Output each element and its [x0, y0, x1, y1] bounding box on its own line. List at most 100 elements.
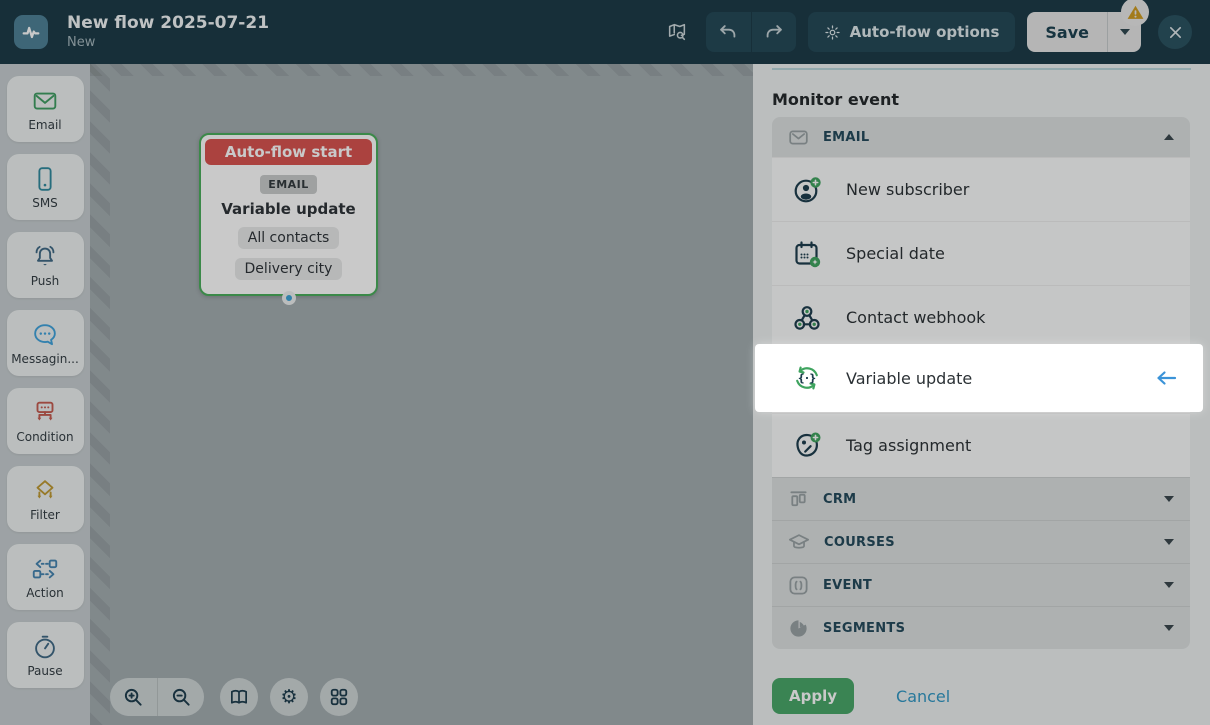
- event-item-label: Contact webhook: [846, 308, 985, 327]
- palette-label: Push: [31, 274, 60, 288]
- autoflow-options-button[interactable]: Auto-flow options: [808, 12, 1016, 52]
- graduation-cap-icon: [788, 531, 810, 553]
- settings-gear-icon: ⚙: [280, 688, 297, 707]
- event-item-contact-webhook[interactable]: Contact webhook: [772, 285, 1190, 349]
- palette-item-push[interactable]: Push: [7, 232, 84, 298]
- section-label: COURSES: [824, 535, 1150, 550]
- canvas-settings-button[interactable]: ⚙: [270, 678, 308, 716]
- palette-item-filter[interactable]: Filter: [7, 466, 84, 532]
- filter-icon: [30, 476, 60, 506]
- chevron-down-icon: [1164, 496, 1174, 502]
- zoom-in-button[interactable]: [110, 678, 157, 716]
- canvas-boundary-stripes-left: [90, 64, 110, 725]
- minimap-button[interactable]: [220, 678, 258, 716]
- palette-item-pause[interactable]: Pause: [7, 622, 84, 688]
- palette-item-email[interactable]: Email: [7, 76, 84, 142]
- warning-badge: [1121, 0, 1149, 26]
- chevron-down-icon: [1120, 29, 1130, 35]
- push-bell-icon: [30, 242, 60, 272]
- section-header-courses[interactable]: COURSES: [772, 520, 1190, 563]
- chevron-down-icon: [1164, 625, 1174, 631]
- minimap-icon: [229, 687, 249, 707]
- event-item-special-date[interactable]: Special date: [772, 221, 1190, 285]
- palette-label: Filter: [30, 508, 60, 522]
- redo-button[interactable]: [751, 12, 796, 52]
- undo-button[interactable]: [706, 12, 751, 52]
- email-icon: [30, 86, 60, 116]
- event-item-tag-assignment[interactable]: Tag assignment: [772, 413, 1190, 477]
- pulse-logo-icon: [20, 21, 42, 43]
- event-item-variable-update[interactable]: {·} Variable update: [791, 346, 1177, 410]
- history-group: [706, 12, 796, 52]
- section-header-segments[interactable]: SEGMENTS: [772, 606, 1190, 649]
- cancel-link[interactable]: Cancel: [896, 687, 950, 706]
- event-item-label: Tag assignment: [846, 436, 971, 455]
- canvas-toolbar: ⚙: [110, 678, 358, 716]
- node-title: Variable update: [205, 200, 372, 218]
- zoom-out-button[interactable]: [157, 678, 204, 716]
- section-header-crm[interactable]: CRM: [772, 477, 1190, 520]
- close-button[interactable]: [1158, 15, 1192, 49]
- canvas-boundary-stripes-top: [90, 64, 753, 76]
- event-item-label: New subscriber: [846, 180, 969, 199]
- palette-label: Messagin...: [11, 352, 79, 366]
- messaging-icon: [30, 320, 60, 350]
- gear-icon: [824, 24, 841, 41]
- undo-icon: [717, 21, 739, 43]
- flow-title: New flow 2025-07-21: [67, 14, 269, 34]
- section-label: CRM: [823, 492, 1150, 507]
- palette-item-sms[interactable]: SMS: [7, 154, 84, 220]
- spotlight-container: {·} Variable update: [755, 344, 1203, 412]
- zoom-out-icon: [171, 687, 192, 708]
- svg-text:{·}: {·}: [798, 373, 817, 385]
- save-split-button: Save: [1027, 12, 1141, 52]
- close-icon: [1168, 25, 1183, 40]
- action-icon: [30, 554, 60, 584]
- warning-triangle-icon: [1126, 3, 1145, 22]
- condition-icon: [30, 398, 60, 428]
- node-output-connector[interactable]: [282, 291, 296, 305]
- event-item-label: Variable update: [846, 369, 972, 388]
- chevron-down-icon: [1164, 539, 1174, 545]
- blocks-icon: [329, 687, 349, 707]
- map-preview-button[interactable]: [660, 15, 694, 49]
- monitor-event-panel: Monitor event EMAIL: [753, 64, 1210, 725]
- sms-icon: [30, 164, 60, 194]
- webhook-icon: [791, 302, 823, 334]
- tag-plus-icon: [791, 430, 823, 462]
- palette-item-messaging[interactable]: Messagin...: [7, 310, 84, 376]
- palette-label: Email: [28, 118, 61, 132]
- panel-divider: [772, 68, 1191, 70]
- event-item-label: Special date: [846, 244, 945, 263]
- topbar: New flow 2025-07-21 New: [0, 0, 1210, 64]
- kanban-icon: [788, 489, 809, 510]
- segments-pie-icon: [788, 618, 809, 639]
- palette-label: Condition: [16, 430, 73, 444]
- flow-canvas[interactable]: Auto-flow start EMAIL Variable update Al…: [90, 64, 753, 725]
- panel-heading: Monitor event: [772, 90, 1191, 109]
- zoom-group: [110, 678, 204, 716]
- envelope-icon: [788, 127, 809, 148]
- apply-button[interactable]: Apply: [772, 678, 854, 714]
- section-header-email[interactable]: EMAIL: [772, 117, 1190, 157]
- palette-item-condition[interactable]: Condition: [7, 388, 84, 454]
- pointer-arrow-left-icon: [1155, 370, 1177, 386]
- palette-label: Pause: [27, 664, 62, 678]
- flow-status: New: [67, 35, 269, 50]
- section-label: EMAIL: [823, 130, 1150, 145]
- node-chip-audience: All contacts: [238, 227, 340, 249]
- palette-item-action[interactable]: Action: [7, 544, 84, 610]
- save-button[interactable]: Save: [1027, 12, 1107, 52]
- zoom-in-icon: [123, 687, 144, 708]
- redo-icon: [763, 21, 785, 43]
- event-item-new-subscriber[interactable]: New subscriber: [772, 157, 1190, 221]
- palette-label: Action: [26, 586, 64, 600]
- section-label: SEGMENTS: [823, 621, 1150, 636]
- map-preview-icon: [666, 21, 688, 43]
- section-label: EVENT: [823, 578, 1150, 593]
- autoflow-start-node[interactable]: Auto-flow start EMAIL Variable update Al…: [199, 133, 378, 296]
- blocks-button[interactable]: [320, 678, 358, 716]
- node-channel-tag: EMAIL: [260, 175, 317, 194]
- section-header-event[interactable]: EVENT: [772, 563, 1190, 606]
- chevron-down-icon: [1164, 582, 1174, 588]
